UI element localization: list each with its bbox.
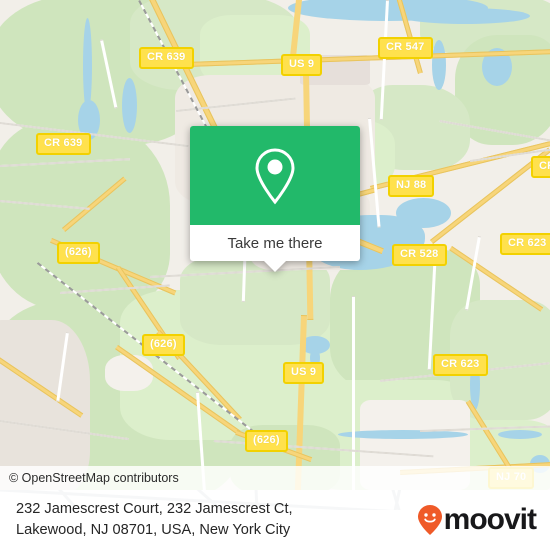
road-shield: (626)	[57, 242, 100, 264]
road-shield: (626)	[245, 430, 288, 452]
moovit-logo[interactable]: moovit	[417, 503, 537, 537]
road-shield: CR 528	[392, 244, 447, 266]
water-stream	[122, 78, 137, 133]
road-shield: CR	[531, 156, 550, 178]
popup-image-area	[190, 126, 360, 225]
location-popup[interactable]: Take me there	[190, 126, 360, 272]
address-text: 232 Jamescrest Court, 232 Jamescrest Ct,…	[0, 499, 400, 540]
water-body	[400, 8, 530, 24]
road-shield: US 9	[281, 54, 323, 76]
water-stream	[498, 430, 542, 439]
popup-body: Take me there	[190, 126, 360, 261]
moovit-pin-icon	[417, 505, 442, 535]
water-stream	[432, 40, 446, 90]
address-line-2: Lakewood, NJ 08701, USA, New York City	[16, 522, 291, 538]
road-shield: US 9	[283, 362, 325, 384]
road-minor	[352, 296, 355, 490]
road-shield: CR 623	[500, 233, 550, 255]
landuse-residential	[0, 320, 90, 490]
footer-bar: 232 Jamescrest Court, 232 Jamescrest Ct,…	[0, 490, 550, 550]
road-shield: CR 639	[36, 133, 91, 155]
attribution-text: © OpenStreetMap contributors	[9, 471, 179, 485]
water-stream	[83, 18, 92, 113]
road-shield: (626)	[142, 334, 185, 356]
map-pin-icon	[255, 147, 295, 204]
water-lake	[396, 198, 451, 228]
water-stream	[338, 430, 468, 439]
address-line-1: 232 Jamescrest Court, 232 Jamescrest Ct,	[16, 501, 293, 518]
attribution-bar: © OpenStreetMap contributors	[0, 466, 550, 490]
road-shield: CR 639	[139, 47, 194, 69]
road-shield: NJ 88	[388, 175, 435, 197]
moovit-map-page: CR 639 US 9 CR 547 CR 639 NJ 88 CR (626) CR 528…	[0, 0, 550, 550]
landuse-industrial	[105, 355, 153, 391]
map-canvas[interactable]: CR 639 US 9 CR 547 CR 639 NJ 88 CR (626) CR 528…	[0, 0, 550, 490]
road-shield: CR 623	[433, 354, 488, 376]
road-shield: CR 547	[378, 37, 433, 59]
take-me-there-button[interactable]: Take me there	[190, 225, 360, 261]
moovit-wordmark: moovit	[443, 503, 537, 536]
popup-pointer	[264, 261, 286, 272]
